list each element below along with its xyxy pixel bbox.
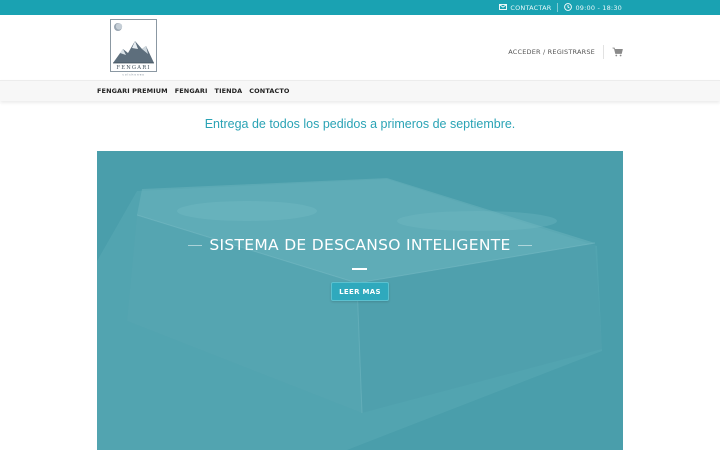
svg-text:colchones: colchones	[122, 73, 144, 77]
delivery-notice: Entrega de todos los pedidos a primeros …	[204, 117, 516, 131]
main-nav: FENGARI PREMIUM FENGARI TIENDA CONTACTO	[0, 80, 720, 101]
clock-icon	[564, 2, 573, 13]
title-line-left	[188, 244, 203, 246]
top-bar: CONTACTAR 09:00 - 18:30	[0, 0, 720, 15]
site-logo[interactable]: FENGARI colchones	[110, 19, 157, 77]
opening-hours: 09:00 - 18:30	[564, 2, 622, 13]
hero-title-row: SISTEMA DE DESCANSO INTELIGENTE	[97, 236, 623, 254]
hero-title: SISTEMA DE DESCANSO INTELIGENTE	[209, 236, 511, 254]
nav-item-fengari[interactable]: FENGARI	[175, 87, 208, 95]
envelope-icon	[499, 3, 508, 12]
login-register-link[interactable]: ACCEDER / REGISTRARSE	[508, 48, 595, 56]
contact-label: CONTACTAR	[510, 3, 552, 12]
divider	[603, 44, 604, 59]
cart-icon[interactable]	[612, 42, 623, 61]
contact-link[interactable]: CONTACTAR	[499, 4, 551, 12]
divider	[557, 3, 559, 12]
title-line-right	[517, 244, 532, 246]
hero-divider	[352, 268, 367, 270]
site-header: FENGARI colchones ACCEDER / REGISTRARSE	[0, 15, 720, 80]
nav-item-contacto[interactable]: CONTACTO	[249, 87, 289, 95]
read-more-button[interactable]: LEER MAS	[331, 282, 389, 301]
svg-text:FENGARI: FENGARI	[116, 65, 150, 71]
hours-label: 09:00 - 18:30	[575, 3, 622, 12]
nav-item-tienda[interactable]: TIENDA	[215, 87, 243, 95]
nav-item-fengari-premium[interactable]: FENGARI PREMIUM	[97, 87, 168, 95]
